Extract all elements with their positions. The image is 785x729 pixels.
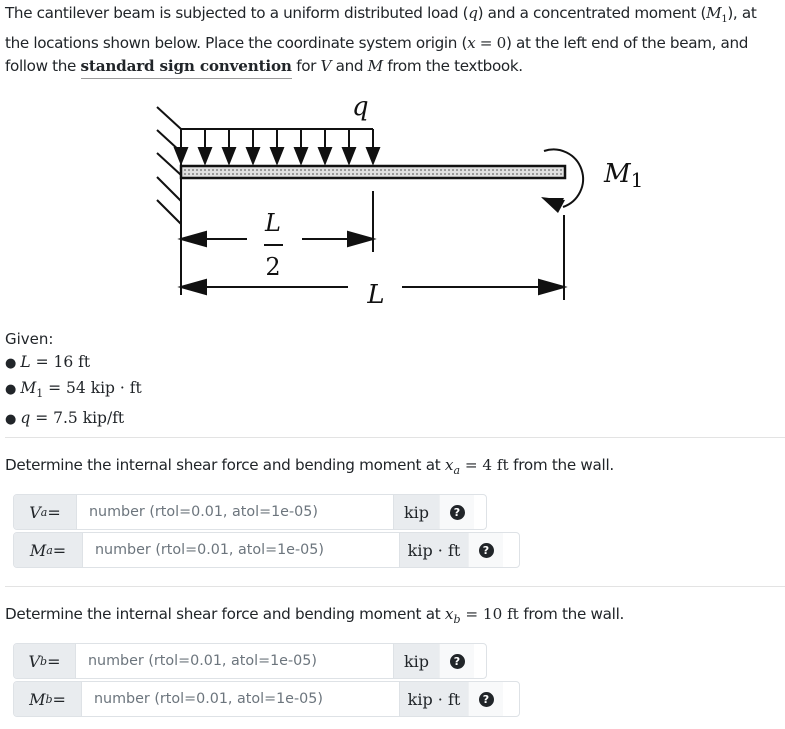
full-length-label: L [366, 280, 384, 305]
va-input-group: Va = kip ? [13, 494, 487, 530]
m-symbol: M [367, 57, 384, 76]
intro-text: for [291, 57, 321, 76]
bullet-icon: ● [5, 356, 17, 371]
va-help-button[interactable]: ? [439, 495, 474, 529]
half-length-denominator: 2 [265, 253, 280, 281]
problem-statement: The cantilever beam is subjected to a un… [5, 2, 783, 80]
given-item-moment: ● M1 = 54 kip · ft [5, 379, 142, 401]
ma-unit: kip · ft [399, 533, 468, 567]
bullet-icon: ● [5, 412, 17, 428]
question-a-text: Determine the internal shear force and b… [5, 456, 614, 478]
va-input[interactable] [77, 495, 393, 529]
beam-diagram: q M1 L 2 L [156, 92, 643, 305]
mb-input-group: Mb = kip · ft ? [13, 681, 520, 717]
mb-label: Mb = [14, 682, 82, 716]
question-mark-icon: ? [478, 691, 494, 707]
va-unit: kip [393, 495, 439, 529]
intro-text: from the textbook. [382, 57, 523, 76]
vb-input[interactable] [76, 644, 393, 678]
origin-equation: = 0 [475, 33, 507, 52]
m1-symbol: M [706, 4, 722, 22]
question-mark-icon: ? [449, 653, 465, 669]
vb-label: Vb = [14, 644, 76, 678]
given-label: Given: [5, 330, 54, 348]
divider [5, 586, 785, 587]
half-length-numerator: L [264, 209, 281, 237]
divider [5, 437, 785, 438]
ma-input-group: Ma = kip · ft ? [13, 532, 520, 568]
question-mark-icon: ? [478, 542, 494, 558]
q-label: q [352, 92, 369, 122]
mb-unit: kip · ft [399, 682, 468, 716]
vb-unit: kip [393, 644, 439, 678]
va-label: Va = [14, 495, 77, 529]
distributed-load-arrows [173, 128, 381, 166]
given-section: Given: ● L = 16 ft ● M1 = 54 kip · ft ● q =… [5, 328, 142, 432]
ma-label: Ma = [14, 533, 83, 567]
m1-label: M1 [603, 159, 643, 192]
bullet-icon: ● [5, 382, 17, 397]
ma-input[interactable] [83, 533, 399, 567]
intro-text: The cantilever beam is subjected to a un… [5, 4, 469, 22]
beam [179, 164, 567, 180]
vb-help-button[interactable]: ? [439, 644, 474, 678]
question-b-text: Determine the internal shear force and b… [5, 605, 625, 627]
q-symbol: q [468, 4, 478, 22]
ma-help-button[interactable]: ? [468, 533, 503, 567]
question-mark-icon: ? [449, 504, 465, 520]
intro-text: and [331, 57, 368, 76]
fixed-support-wall [156, 106, 182, 295]
mb-help-button[interactable]: ? [468, 682, 503, 716]
given-item-length: ● L = 16 ft [5, 353, 91, 371]
vb-input-group: Vb = kip ? [13, 643, 487, 679]
mb-input[interactable] [82, 682, 399, 716]
sign-convention-link[interactable]: standard sign convention [80, 57, 292, 80]
v-symbol: V [320, 57, 332, 76]
intro-text: ) and a concentrated moment ( [477, 4, 707, 22]
given-item-load: ● q = 7.5 kip/ft [5, 409, 125, 428]
